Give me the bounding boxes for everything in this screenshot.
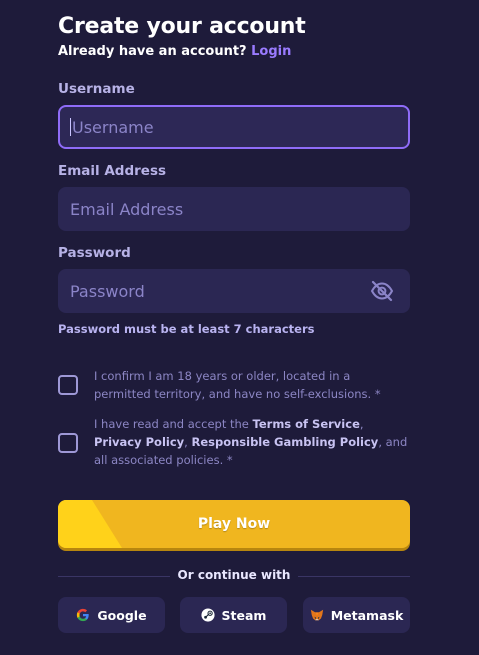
google-icon	[77, 608, 90, 622]
steam-login-button[interactable]: Steam	[180, 597, 287, 633]
password-input[interactable]: Password	[58, 269, 410, 313]
terms-link[interactable]: Terms of Service	[253, 417, 360, 431]
steam-label: Steam	[221, 607, 267, 623]
login-link[interactable]: Login	[251, 44, 291, 59]
metamask-icon	[310, 609, 323, 621]
login-prompt: Already have an account? Login	[58, 44, 291, 59]
username-label: Username	[58, 81, 135, 97]
policy-consent-row: I have read and accept the Terms of Serv…	[58, 415, 410, 469]
email-placeholder: Email Address	[70, 199, 184, 219]
play-now-button[interactable]: Play Now	[58, 500, 410, 548]
privacy-link[interactable]: Privacy Policy	[94, 435, 184, 449]
google-login-button[interactable]: Google	[58, 597, 165, 633]
policy-consent-checkbox[interactable]	[58, 433, 78, 453]
social-divider: Or continue with	[58, 568, 410, 584]
text-cursor	[70, 118, 71, 136]
email-input[interactable]: Email Address	[58, 187, 410, 231]
page-title: Create your account	[58, 14, 306, 39]
metamask-label: Metamask	[330, 607, 404, 623]
divider-line-right	[298, 576, 410, 577]
age-consent-text: I confirm I am 18 years or older, locate…	[94, 369, 381, 401]
policy-consent-text: I have read and accept the Terms of Serv…	[94, 415, 410, 469]
password-hint: Password must be at least 7 characters	[58, 322, 315, 336]
eye-slash-icon[interactable]	[370, 280, 394, 302]
divider-text: Or continue with	[177, 568, 291, 582]
policy-prefix: I have read and accept the	[94, 417, 253, 431]
password-label: Password	[58, 245, 131, 261]
button-shine	[58, 500, 122, 548]
policy-sep-1: ,	[359, 417, 364, 431]
google-label: Google	[97, 607, 147, 623]
age-consent-checkbox[interactable]	[58, 375, 78, 395]
metamask-login-button[interactable]: Metamask	[303, 597, 410, 633]
age-consent-row: I confirm I am 18 years or older, locate…	[58, 367, 410, 403]
steam-icon	[200, 608, 215, 622]
gambling-policy-link[interactable]: Responsible Gambling Policy	[191, 435, 378, 449]
login-prompt-text: Already have an account?	[58, 44, 247, 59]
email-label: Email Address	[58, 163, 167, 179]
username-placeholder: Username	[72, 117, 154, 137]
username-input[interactable]: Username	[58, 105, 410, 149]
password-placeholder: Password	[70, 281, 145, 301]
play-now-label: Play Now	[197, 516, 271, 532]
